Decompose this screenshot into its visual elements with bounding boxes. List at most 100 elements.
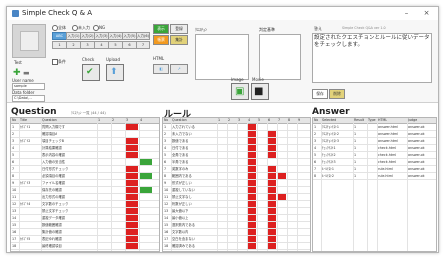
question-status-mark[interactable] [126,236,138,242]
rule-col-header[interactable]: 9 [298,118,300,123]
question-table-row[interactable]: 14 重複データ確認 [11,215,159,222]
rule-status-mark[interactable] [268,152,276,158]
rule-status-mark[interactable] [268,215,276,221]
html-button[interactable]: ◧ [153,64,169,74]
rule-status-mark[interactable] [268,145,276,151]
upload-button[interactable]: ⬆ [106,64,124,81]
answer-col-header[interactable]: No [314,118,318,123]
rule-status-mark[interactable] [268,201,276,207]
rule-status-mark[interactable] [268,222,276,228]
rule-status-mark[interactable] [248,145,256,151]
segment-input-5[interactable]: 入力(5) [122,32,137,40]
rule-table-row[interactable]: 12 桁数が正しい [163,201,310,208]
answer-table-row[interactable]: 3 ｸｴｽﾁｮﾝﾃｽﾄ3 1 answer.html answer.ok [313,138,436,145]
number-2[interactable]: 2 [66,41,81,49]
rule-status-mark[interactable] [268,131,276,137]
answer-table-row[interactable]: 5 ﾁｪｯｸﾃｽﾄ2 1 check.html answer.ok [313,152,436,159]
rule-status-mark[interactable] [248,208,256,214]
user-name-field[interactable]: sample [12,83,45,90]
rule-status-mark[interactable] [248,243,256,249]
question-status-mark[interactable] [126,173,138,179]
rule-status-mark[interactable] [248,187,256,193]
rule-status-mark[interactable] [268,138,276,144]
question-table-row[interactable]: 6 入力値の妥当性 [11,159,159,166]
question-status-mark[interactable] [126,124,138,130]
clear-button[interactable]: 削除 [329,89,345,99]
question-col-header[interactable]: Title [20,118,27,123]
rule-table-row[interactable]: 8 範囲内である [163,173,310,180]
rule-status-mark[interactable] [248,215,256,221]
segment-abc[interactable]: ABC [52,32,67,40]
rule-col-header[interactable]: No [164,118,168,123]
rule-table-row[interactable]: 15 選択肢内である [163,222,310,229]
rule-status-mark[interactable] [248,201,256,207]
rule-status-mark[interactable] [248,229,256,235]
question-status-mark[interactable] [126,166,138,172]
question-table-row[interactable]: 2 確認項目A [11,131,159,138]
question-status-mark[interactable] [140,159,152,165]
number-5[interactable]: 5 [108,41,123,49]
question-table-row[interactable]: 13 禁止文字チェック [11,208,159,215]
number-4[interactable]: 4 [94,41,109,49]
question-table-row[interactable]: 17 ｶﾃｺﾞﾘ5 表記ゆれ確認 [11,236,159,243]
rule-status-mark[interactable] [248,138,256,144]
number-3[interactable]: 3 [80,41,95,49]
question-col-header[interactable]: 3 [126,118,128,123]
data-folder-field[interactable]: C:\Data\... [12,95,45,102]
question-col-header[interactable]: Question [42,118,57,123]
rule-col-header[interactable]: 6 [268,118,270,123]
rule-status-mark[interactable] [268,236,276,242]
segment-input-6[interactable]: 入力(6) [136,32,150,40]
question-status-mark[interactable] [126,145,138,151]
question-table-row[interactable]: 10 保存先の確認 [11,187,159,194]
add-icon[interactable]: ✚ [13,68,21,78]
check-button[interactable]: ✔ [82,64,100,81]
rule-status-mark[interactable] [248,152,256,158]
question-table-row[interactable]: 8 必須項目の確認 [11,173,159,180]
question-table-row[interactable]: 18 最終確認項目 [11,243,159,250]
rule-table-row[interactable]: 6 半角である [163,159,310,166]
question-status-mark[interactable] [126,187,138,193]
rule-status-mark[interactable] [268,194,276,200]
answer-col-header[interactable]: HTML [378,118,387,123]
question-col-header[interactable]: 2 [112,118,114,123]
question-col-header[interactable]: No [12,118,16,123]
rule-table-row[interactable]: 14 最小値以上 [163,215,310,222]
rule-status-mark[interactable] [248,194,256,200]
rule-status-mark[interactable] [248,124,256,130]
question-text-area[interactable] [195,34,249,80]
question-status-mark[interactable] [126,208,138,214]
rule-status-mark[interactable] [268,243,276,249]
rule-table-row[interactable]: 13 最大値以下 [163,208,310,215]
image-button[interactable]: ▣ [231,83,249,100]
answer-table-row[interactable]: 6 ﾁｪｯｸﾃｽﾄ3 1 check.html answer.ok [313,159,436,166]
answer-table-row[interactable]: 4 ﾁｪｯｸﾃｽﾄ1 1 check.html answer.ok [313,145,436,152]
answer-col-header[interactable]: Selected [322,118,336,123]
question-col-header[interactable]: 4 [140,118,142,123]
answer-col-header[interactable]: Result [354,118,364,123]
rule-col-header[interactable]: 4 [248,118,250,123]
question-status-mark[interactable] [126,243,138,249]
rule-status-mark[interactable] [248,173,256,179]
number-7[interactable]: 7 [136,41,150,49]
rule-table-row[interactable]: 11 禁止文字なし [163,194,310,201]
question-table-row[interactable]: 3 ｶﾃｺﾞﾘ2 項目チェックB [11,138,159,145]
answer-table-row[interactable]: 2 ｸｴｽﾁｮﾝﾃｽﾄ2 1 answer.html answer.ok [313,131,436,138]
answer-table-row[interactable]: 1 ｸｴｽﾁｮﾝﾃｽﾄ1 1 answer.html answer.ok [313,124,436,131]
rule-status-mark[interactable] [268,187,276,193]
rule-table-row[interactable]: 5 全角である [163,152,310,159]
close-button[interactable]: × [422,9,431,18]
question-table-row[interactable]: 1 ｶﾃｺﾞﾘ1 質問入力欄です [11,124,159,131]
rule-col-header[interactable]: 3 [238,118,240,123]
question-status-mark[interactable] [140,187,152,193]
rule-status-mark[interactable] [268,229,276,235]
save-button[interactable]: 保存 [312,89,328,99]
rule-col-header[interactable]: 7 [278,118,280,123]
rule-status-mark[interactable] [278,194,286,200]
question-status-mark[interactable] [140,173,152,179]
minimize-button[interactable]: – [402,9,411,18]
rule-status-mark[interactable] [248,166,256,172]
rule-status-mark[interactable] [248,159,256,165]
rule-status-mark[interactable] [278,173,286,179]
question-status-mark[interactable] [126,215,138,221]
